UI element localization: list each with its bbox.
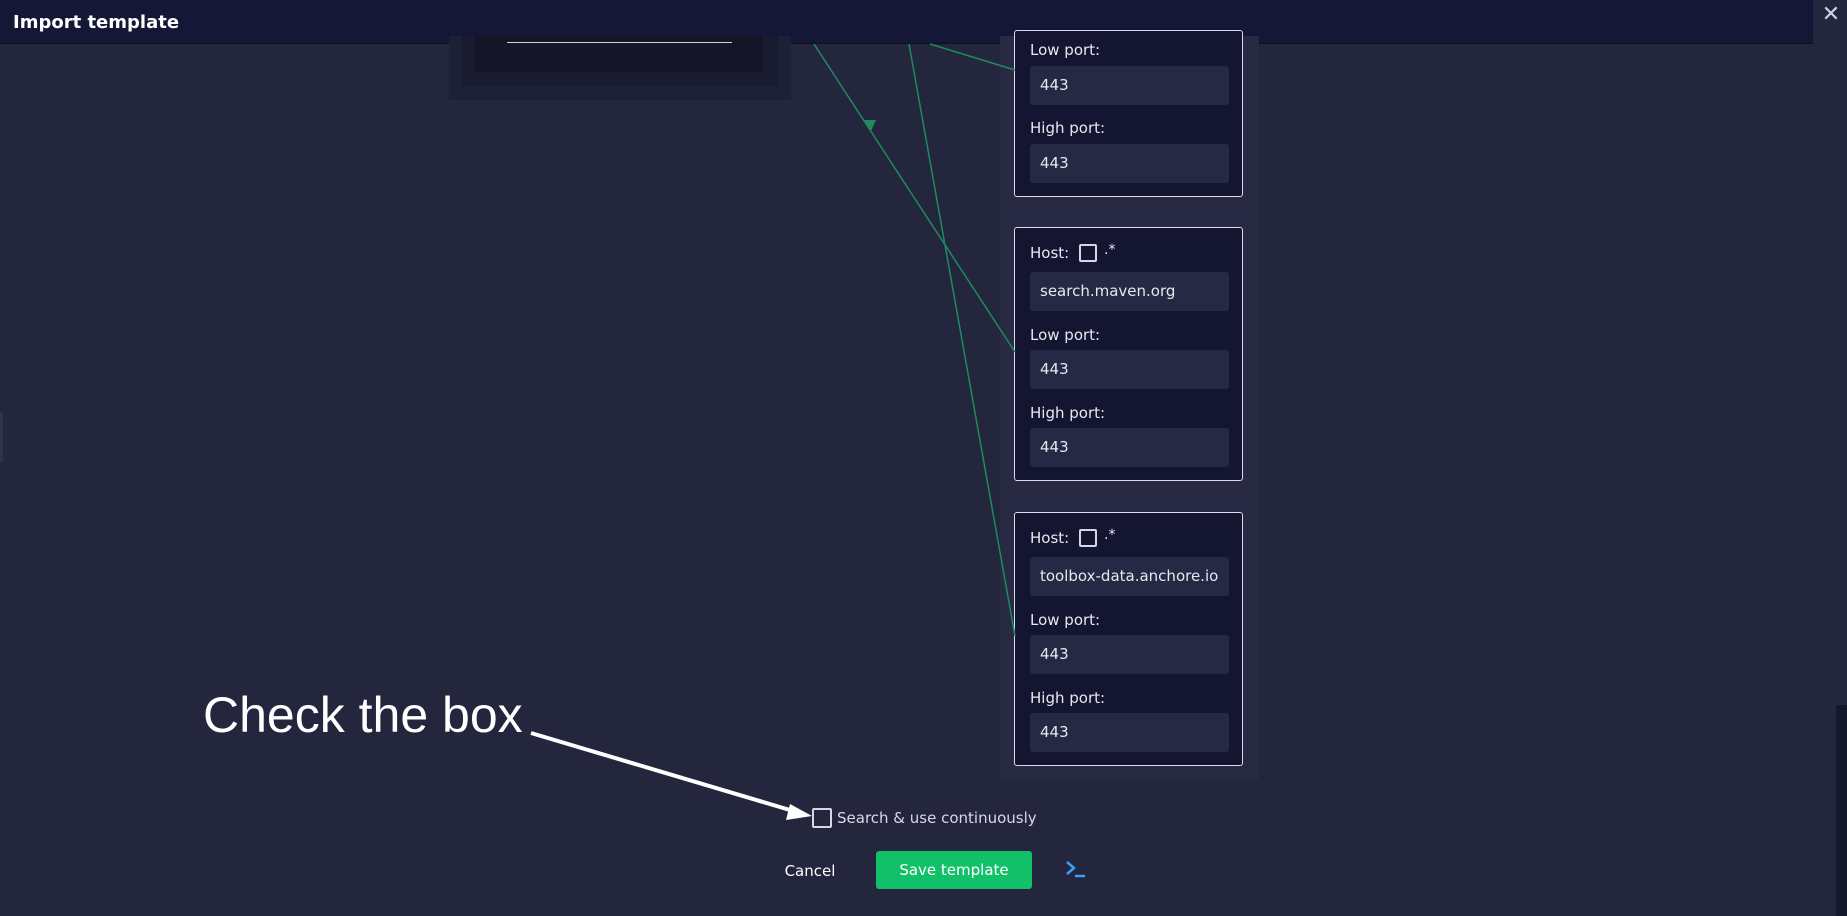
low-port-input[interactable]: 443 <box>1030 66 1229 105</box>
connector-arrowhead <box>864 120 876 131</box>
host-entry: Host: .* search.maven.org Low port: 443 … <box>1014 227 1243 481</box>
annotation-arrowhead <box>786 804 812 820</box>
annotation-text: Check the box <box>203 687 523 743</box>
host-entry: Host: .* toolbox-data.anchore.io Low por… <box>1014 512 1243 766</box>
high-port-input[interactable]: 443 <box>1030 144 1229 183</box>
regex-label: .* <box>1104 527 1116 543</box>
high-port-label: High port: <box>1030 119 1106 137</box>
regex-label: .* <box>1104 242 1116 258</box>
connector-overlay <box>530 43 1016 820</box>
host-label: Host: <box>1030 244 1070 262</box>
connector-line <box>813 43 871 131</box>
node-card-field-underline <box>507 42 732 43</box>
search-continuously-label: Search & use continuously <box>837 809 1037 827</box>
low-port-input[interactable]: 443 <box>1030 350 1229 389</box>
host-label: Host: <box>1030 529 1070 547</box>
title-bar: Import template <box>0 0 1813 44</box>
low-port-input[interactable]: 443 <box>1030 635 1229 674</box>
scrollbar[interactable] <box>1836 705 1847 916</box>
low-port-label: Low port: <box>1030 326 1101 344</box>
high-port-input[interactable]: 443 <box>1030 428 1229 467</box>
annotation-arrow <box>530 731 801 815</box>
connector-line <box>869 129 1016 353</box>
dialog-title: Import template <box>13 12 180 33</box>
save-template-button[interactable]: Save template <box>876 851 1032 889</box>
terminal-icon[interactable] <box>1064 857 1088 881</box>
search-continuously-checkbox[interactable] <box>812 808 832 828</box>
host-entry: Low port: 443 High port: 443 <box>1014 30 1243 197</box>
low-port-label: Low port: <box>1030 41 1101 59</box>
low-port-label: Low port: <box>1030 611 1101 629</box>
host-input[interactable]: search.maven.org <box>1030 272 1229 311</box>
regex-checkbox[interactable] <box>1079 244 1097 262</box>
high-port-input[interactable]: 443 <box>1030 713 1229 752</box>
host-input[interactable]: toolbox-data.anchore.io <box>1030 557 1229 596</box>
cancel-button[interactable]: Cancel <box>778 859 842 883</box>
left-edge-marker <box>0 412 3 462</box>
close-icon[interactable]: ✕ <box>1819 3 1843 27</box>
regex-checkbox[interactable] <box>1079 529 1097 547</box>
high-port-label: High port: <box>1030 689 1106 707</box>
high-port-label: High port: <box>1030 404 1106 422</box>
